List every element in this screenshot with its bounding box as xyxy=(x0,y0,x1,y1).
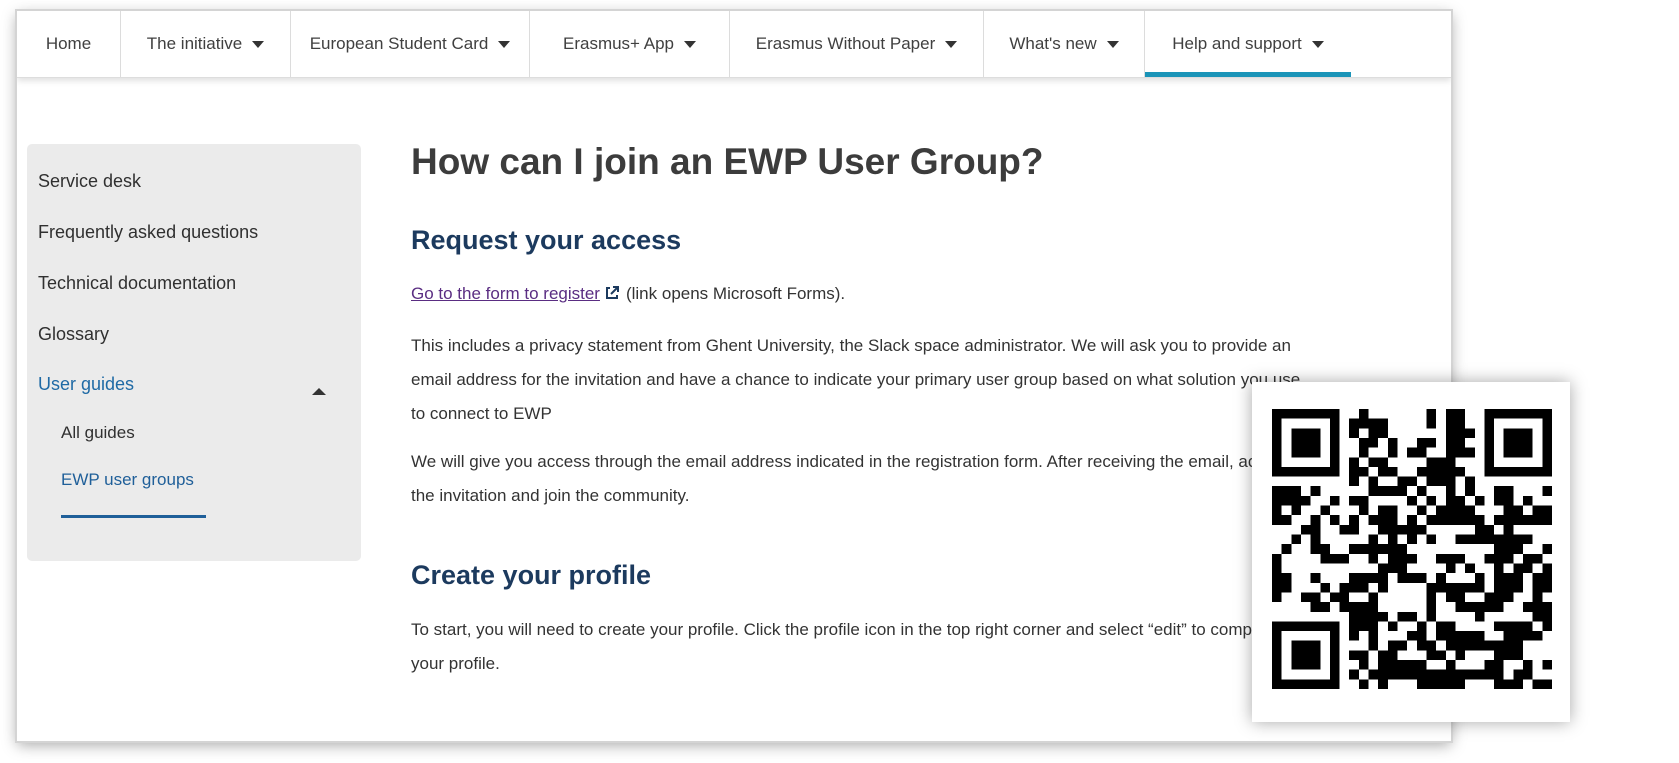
nav-the-initiative[interactable]: The initiative xyxy=(121,11,291,77)
section-heading-request-access: Request your access xyxy=(411,225,682,255)
profile-paragraph: To start, you will need to create your p… xyxy=(411,620,1280,673)
nav-label: The initiative xyxy=(146,34,243,53)
chevron-down-icon xyxy=(945,40,958,48)
link-note: (link opens Microsoft Forms). xyxy=(625,284,846,303)
chevron-down-icon xyxy=(684,40,697,48)
nav-erasmus-app[interactable]: Erasmus+ App xyxy=(530,11,730,77)
sidebar-subitem-ewp-user-groups[interactable]: EWP user groups xyxy=(61,470,194,490)
nav-whats-new[interactable]: What's new xyxy=(984,11,1145,77)
sidebar-item-service-desk[interactable]: Service desk xyxy=(38,171,141,192)
access-paragraph: We will give you access through the emai… xyxy=(411,452,1289,505)
sidebar xyxy=(27,144,361,561)
qr-code-card xyxy=(1252,382,1570,722)
nav-label: What's new xyxy=(1009,34,1097,53)
current-page-indicator xyxy=(61,515,206,518)
sidebar-subitem-all-guides[interactable]: All guides xyxy=(61,423,135,443)
nav-european-student-card[interactable]: European Student Card xyxy=(291,11,530,77)
top-navigation: Home The initiative European Student Car… xyxy=(17,11,1451,78)
chevron-down-icon xyxy=(1106,40,1119,48)
nav-label: Erasmus Without Paper xyxy=(755,34,936,53)
qr-code-icon xyxy=(1272,409,1552,689)
browser-frame: Home The initiative European Student Car… xyxy=(17,11,1451,741)
chevron-up-icon[interactable] xyxy=(312,388,326,395)
nav-home[interactable]: Home xyxy=(17,11,121,77)
page-title: How can I join an EWP User Group? xyxy=(411,141,1044,182)
sidebar-item-glossary[interactable]: Glossary xyxy=(38,324,109,345)
sidebar-item-technical-documentation[interactable]: Technical documentation xyxy=(38,273,236,294)
chevron-down-icon xyxy=(1311,40,1324,48)
nav-label: Erasmus+ App xyxy=(562,34,675,53)
nav-help-and-support[interactable]: Help and support xyxy=(1145,11,1351,77)
sidebar-item-user-guides[interactable]: User guides xyxy=(38,374,134,395)
chevron-down-icon xyxy=(252,40,265,48)
privacy-paragraph: This includes a privacy statement from G… xyxy=(411,336,1301,423)
nav-label: Home xyxy=(45,34,92,53)
register-form-link[interactable]: Go to the form to register xyxy=(411,284,600,303)
external-link-icon[interactable] xyxy=(604,285,620,301)
chevron-down-icon xyxy=(498,40,511,48)
nav-label: Help and support xyxy=(1172,34,1302,53)
sidebar-item-faq[interactable]: Frequently asked questions xyxy=(38,222,258,243)
section-heading-create-profile: Create your profile xyxy=(411,560,652,590)
register-line: Go to the form to register (link opens M… xyxy=(411,277,1301,311)
nav-label: European Student Card xyxy=(309,34,489,53)
nav-erasmus-without-paper[interactable]: Erasmus Without Paper xyxy=(730,11,984,77)
